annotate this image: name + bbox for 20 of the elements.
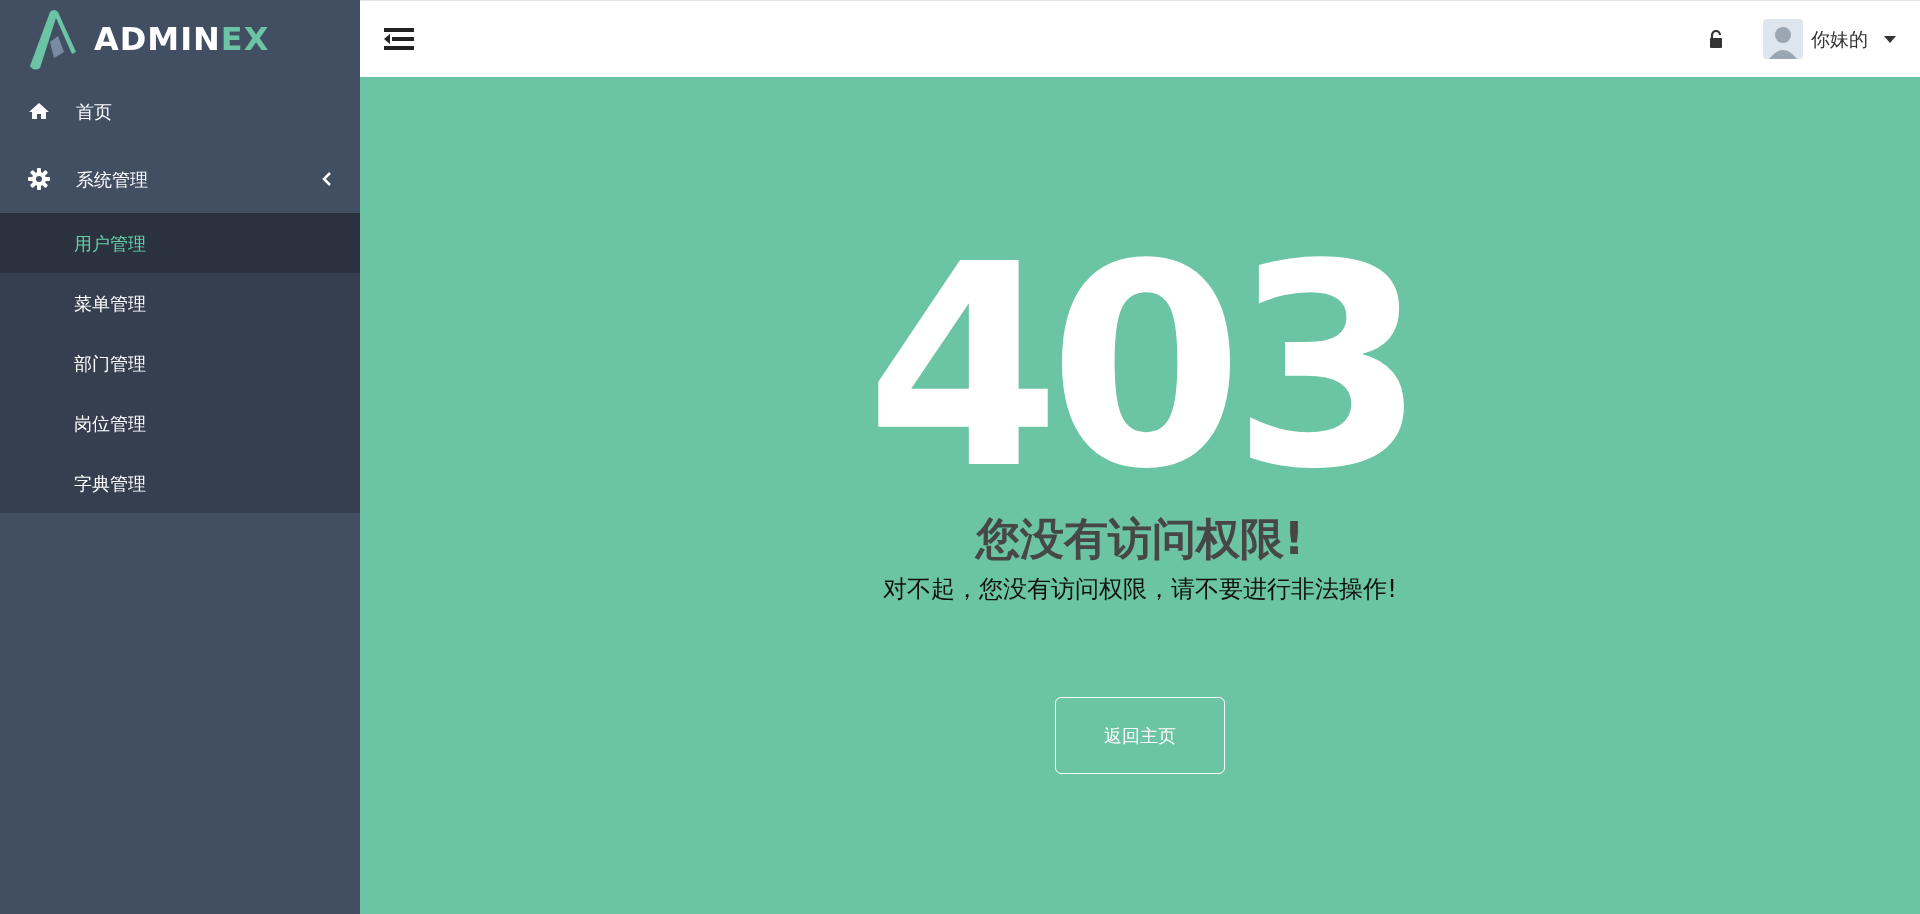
submenu-item[interactable]: 菜单管理 (0, 273, 360, 333)
logo-text: EX (220, 19, 270, 58)
menu-icon (384, 28, 414, 50)
error-title: 您没有访问权限! (975, 515, 1305, 564)
caret-icon (1884, 35, 1896, 43)
submenu-item[interactable]: 岗位管理 (0, 393, 360, 453)
home-icon (28, 102, 50, 120)
error-code: 403 (865, 227, 1415, 507)
error-message: 对不起，您没有访问权限，请不要进行非法操作! (883, 574, 1397, 606)
logo-text: ADMIN (94, 19, 221, 58)
submenu-item[interactable]: 用户管理 (0, 213, 360, 273)
unlock-icon[interactable] (1709, 30, 1723, 48)
submenu-item[interactable]: 部门管理 (0, 333, 360, 393)
submenu-item[interactable]: 字典管理 (0, 453, 360, 513)
user-menu[interactable]: 你妹的 (1763, 19, 1896, 59)
menu-item[interactable]: 首页 (0, 77, 360, 145)
logo-icon (28, 7, 78, 70)
avatar-icon (1763, 19, 1803, 59)
menu-item[interactable]: 系统管理 (0, 145, 360, 213)
gear-icon (28, 168, 50, 190)
